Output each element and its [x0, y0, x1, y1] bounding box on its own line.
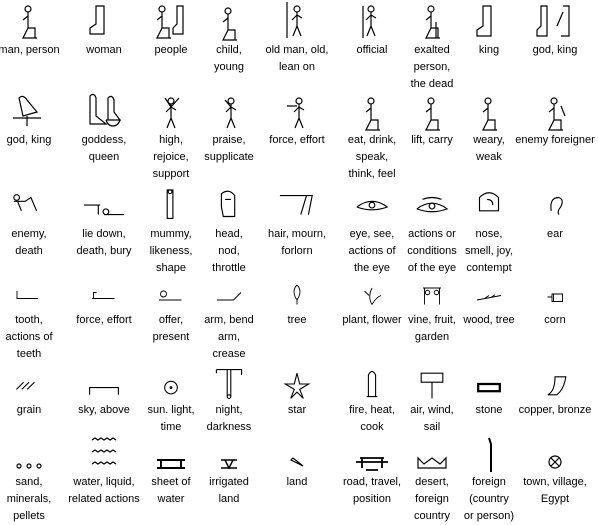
mummy-icon — [166, 189, 174, 219]
glyph-entry: enemy foreigner — [515, 92, 595, 149]
hand-to-mouth-icon — [365, 97, 380, 131]
glyph-entry: grain — [0, 366, 69, 419]
king-icon — [476, 5, 492, 37]
glyph-entry: old man, old, lean on — [257, 2, 337, 76]
seated-on-chair-icon — [425, 5, 440, 39]
glyph-meaning: god, king — [6, 134, 52, 146]
glyph-entry: man, person — [0, 2, 69, 59]
child-icon — [222, 7, 237, 41]
glyph-meaning: ear — [547, 228, 563, 240]
water-icon — [91, 437, 117, 465]
road-icon — [356, 457, 388, 471]
lifting-man-icon — [425, 97, 440, 131]
night-sky-icon — [215, 369, 243, 399]
grains-icon — [16, 381, 35, 390]
sky-icon — [89, 387, 119, 395]
official-icon — [362, 5, 377, 38]
glyph-entry: god, king — [515, 2, 595, 59]
head-icon — [220, 190, 236, 218]
glyph-entry: town, village, Egypt — [515, 434, 595, 508]
glyph-entry: land — [257, 434, 337, 491]
stone-icon — [477, 382, 501, 393]
tooth-icon — [16, 291, 38, 299]
sun-icon — [164, 380, 178, 395]
town-icon — [548, 455, 562, 469]
sail-icon — [420, 372, 444, 399]
star-icon — [283, 373, 311, 399]
man-with-stick-icon — [287, 97, 305, 129]
glyph-meaning: god, king — [532, 44, 578, 56]
god-king-figures-icon — [536, 5, 570, 37]
seated-woman-icon — [89, 5, 105, 35]
ear-icon — [550, 196, 563, 215]
falcon-on-standard-icon — [13, 95, 41, 126]
plant-icon — [364, 287, 382, 305]
glyph-entry: ear — [515, 188, 595, 243]
glyph-entry: enemy, death — [0, 188, 69, 260]
arm-with-stick-icon — [92, 292, 115, 299]
glyph-meaning: copper, bronze — [518, 404, 592, 416]
pool-icon — [157, 459, 185, 469]
fallen-man-icon — [13, 194, 38, 212]
hair-icon — [279, 195, 313, 215]
glyph-entry: tree — [257, 282, 337, 329]
arm-offering-icon — [159, 290, 182, 301]
glyph-meaning: tooth, actions of teeth — [5, 314, 53, 360]
corn-icon — [547, 293, 563, 302]
glyph-entry: corn — [515, 282, 595, 329]
eye-paint-icon — [416, 196, 449, 213]
bound-captive-icon — [548, 97, 566, 131]
glyph-meaning: hair, mourn, forlorn — [267, 228, 327, 257]
vine-icon — [423, 287, 441, 305]
copper-icon — [547, 376, 567, 396]
irrigated-land-icon — [221, 459, 237, 470]
glyph-meaning: sand, minerals, pellets — [6, 476, 52, 522]
land-icon — [289, 457, 304, 467]
glyph-meaning: old man, old, lean on — [265, 44, 329, 73]
glyph-meaning: star — [287, 404, 307, 416]
sand-grains-icon — [16, 463, 42, 469]
weary-man-icon — [482, 97, 497, 131]
tree-icon — [293, 284, 301, 305]
glyph-entry: sand, minerals, pellets — [0, 434, 69, 525]
arms-raised-icon — [164, 97, 180, 129]
glyph-meaning: land — [286, 476, 308, 488]
branch-icon — [476, 294, 502, 301]
bier-icon — [84, 204, 124, 216]
glyph-entry: copper, bronze — [515, 366, 595, 419]
glyph-entry: force, effort — [257, 92, 337, 149]
brazier-icon — [366, 370, 378, 398]
nose-icon — [478, 192, 500, 212]
glyph-meaning: force, effort — [269, 134, 325, 146]
glyph-meaning: corn — [544, 314, 566, 326]
eye-icon — [356, 200, 389, 211]
glyph-entry: star — [257, 366, 337, 419]
goddess-icon — [89, 93, 122, 127]
glyph-meaning: man, person — [0, 44, 60, 56]
throwstick-icon — [488, 437, 492, 472]
seated-man-icon — [22, 5, 37, 39]
desert-hills-icon — [417, 456, 447, 469]
praising-man-icon — [224, 97, 237, 129]
glyph-meaning: enemy foreigner — [515, 134, 595, 146]
glyph-meaning: town, village, Egypt — [523, 476, 587, 505]
man-and-woman-icon — [156, 5, 184, 39]
glyph-entry: hair, mourn, forlorn — [257, 188, 337, 260]
glyph-meaning: tree — [287, 314, 307, 326]
glyph-entry: tooth, actions of teeth — [0, 282, 69, 363]
man-with-staff-icon — [286, 2, 303, 38]
bent-arm-icon — [217, 292, 242, 301]
glyph-meaning: grain — [16, 404, 42, 416]
glyph-meaning: enemy, death — [11, 228, 47, 257]
glyph-entry: god, king — [0, 92, 69, 149]
